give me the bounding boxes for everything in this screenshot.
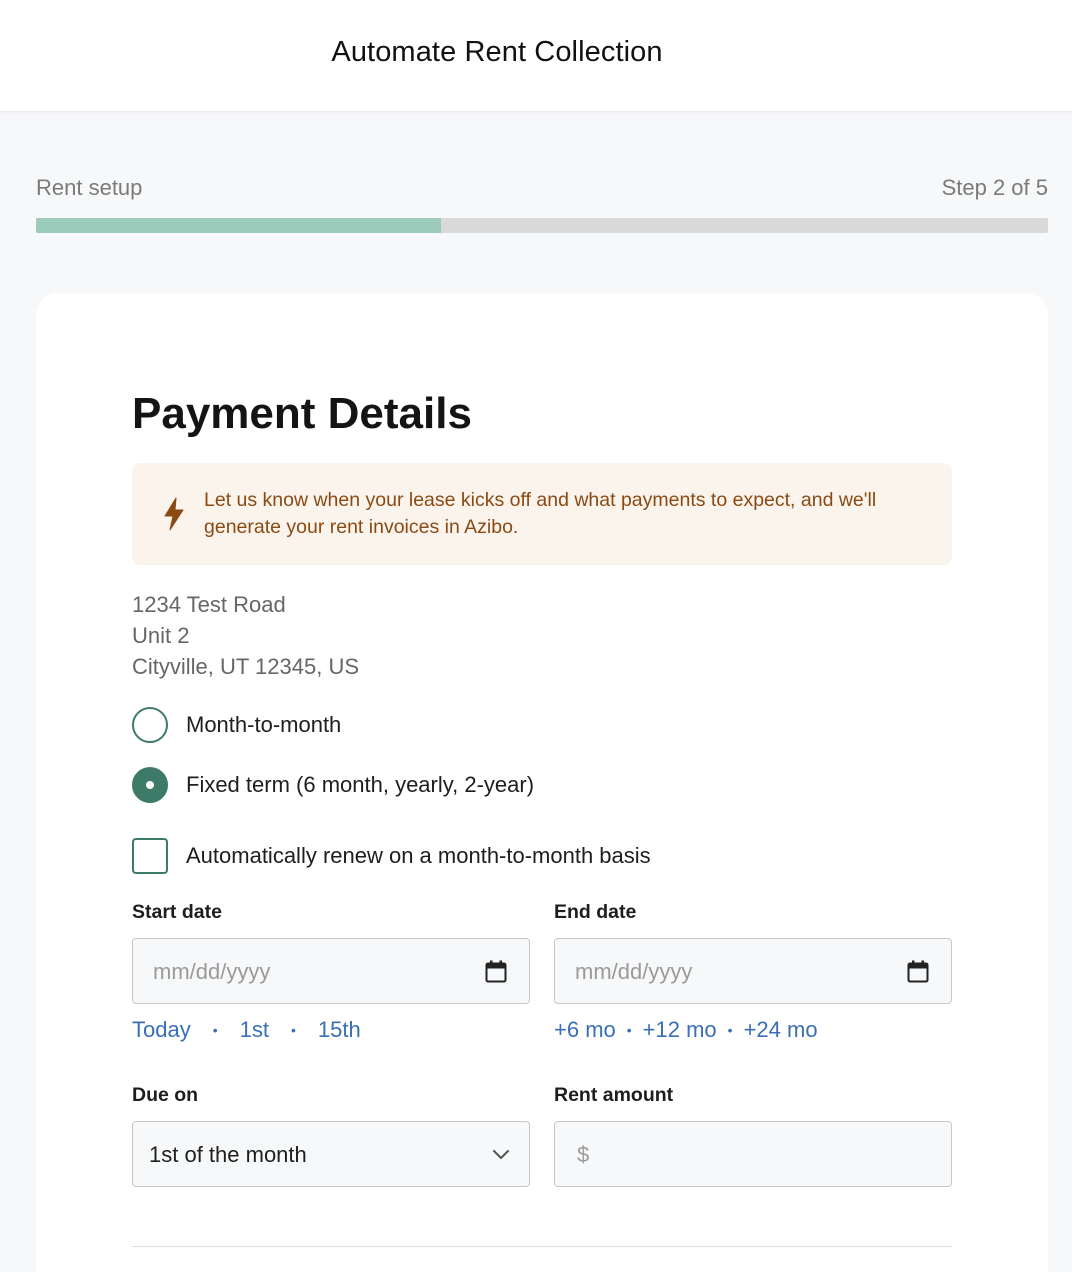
separator-dot: • <box>727 1022 733 1038</box>
progress-bar <box>36 218 1048 233</box>
property-address: 1234 Test Road Unit 2 Cityville, UT 1234… <box>132 589 359 682</box>
rent-amount-label: Rent amount <box>554 1084 674 1106</box>
end-date-placeholder: mm/dd/yyyy <box>575 959 693 984</box>
shortcut-plus-12-mo[interactable]: +12 mo <box>643 1017 717 1043</box>
start-date-input[interactable]: mm/dd/yyyy <box>132 938 530 1004</box>
address-line-2: Unit 2 <box>132 623 190 648</box>
radio-month-to-month[interactable]: Month-to-month <box>132 707 341 743</box>
rent-amount-input[interactable]: $ <box>554 1121 952 1187</box>
shortcut-plus-6-mo[interactable]: +6 mo <box>554 1017 616 1043</box>
radio-label-fixed-term: Fixed term (6 month, yearly, 2-year) <box>186 772 535 797</box>
auto-renew-checkbox[interactable] <box>132 838 168 874</box>
info-banner: Let us know when your lease kicks off an… <box>132 463 952 565</box>
page-title: Automate Rent Collection <box>331 36 663 68</box>
address-line-3: Cityville, UT 12345, US <box>132 654 360 679</box>
info-banner-text: Let us know when your lease kicks off an… <box>204 489 877 538</box>
separator-dot: • <box>626 1022 632 1038</box>
payment-details-card: Payment Details Let us know when your le… <box>36 293 1048 1272</box>
start-date-label: Start date <box>132 901 222 923</box>
radio-button-unchecked[interactable] <box>132 707 168 743</box>
lightning-bolt-icon <box>164 497 184 531</box>
end-date-label: End date <box>554 901 637 923</box>
due-on-label: Due on <box>132 1084 199 1106</box>
shortcut-1st[interactable]: 1st <box>240 1017 269 1043</box>
separator-dot: • <box>212 1022 218 1038</box>
start-date-placeholder: mm/dd/yyyy <box>153 959 271 984</box>
shortcut-15th[interactable]: 15th <box>318 1017 361 1043</box>
shortcut-today[interactable]: Today <box>132 1017 191 1043</box>
address-line-1: 1234 Test Road <box>132 592 286 617</box>
shortcut-plus-24-mo[interactable]: +24 mo <box>744 1017 818 1043</box>
progress-label: Rent setup <box>36 175 143 200</box>
calendar-icon[interactable] <box>485 960 507 983</box>
due-on-value: 1st of the month <box>149 1142 307 1167</box>
progress-step-text: Step 2 of 5 <box>941 175 1048 200</box>
end-date-input[interactable]: mm/dd/yyyy <box>554 938 952 1004</box>
radio-fixed-term[interactable]: Fixed term (6 month, yearly, 2-year) <box>132 767 534 803</box>
rent-amount-placeholder: $ <box>577 1142 590 1167</box>
section-divider <box>132 1246 952 1247</box>
start-date-shortcuts: Today • 1st • 15th <box>132 1017 361 1043</box>
radio-label-month-to-month: Month-to-month <box>186 712 342 737</box>
card-title: Payment Details <box>132 389 472 438</box>
due-on-select[interactable]: 1st of the month <box>132 1121 530 1187</box>
progress-bar-fill <box>36 218 441 233</box>
calendar-icon[interactable] <box>907 960 929 983</box>
radio-button-checked[interactable] <box>132 767 168 803</box>
auto-renew-checkbox-row[interactable]: Automatically renew on a month-to-month … <box>132 838 651 874</box>
auto-renew-label: Automatically renew on a month-to-month … <box>186 843 651 868</box>
separator-dot: • <box>290 1022 296 1038</box>
top-bar: Automate Rent Collection <box>0 0 1072 112</box>
end-date-shortcuts: +6 mo • +12 mo • +24 mo <box>554 1017 818 1043</box>
chevron-down-icon <box>493 1150 509 1159</box>
